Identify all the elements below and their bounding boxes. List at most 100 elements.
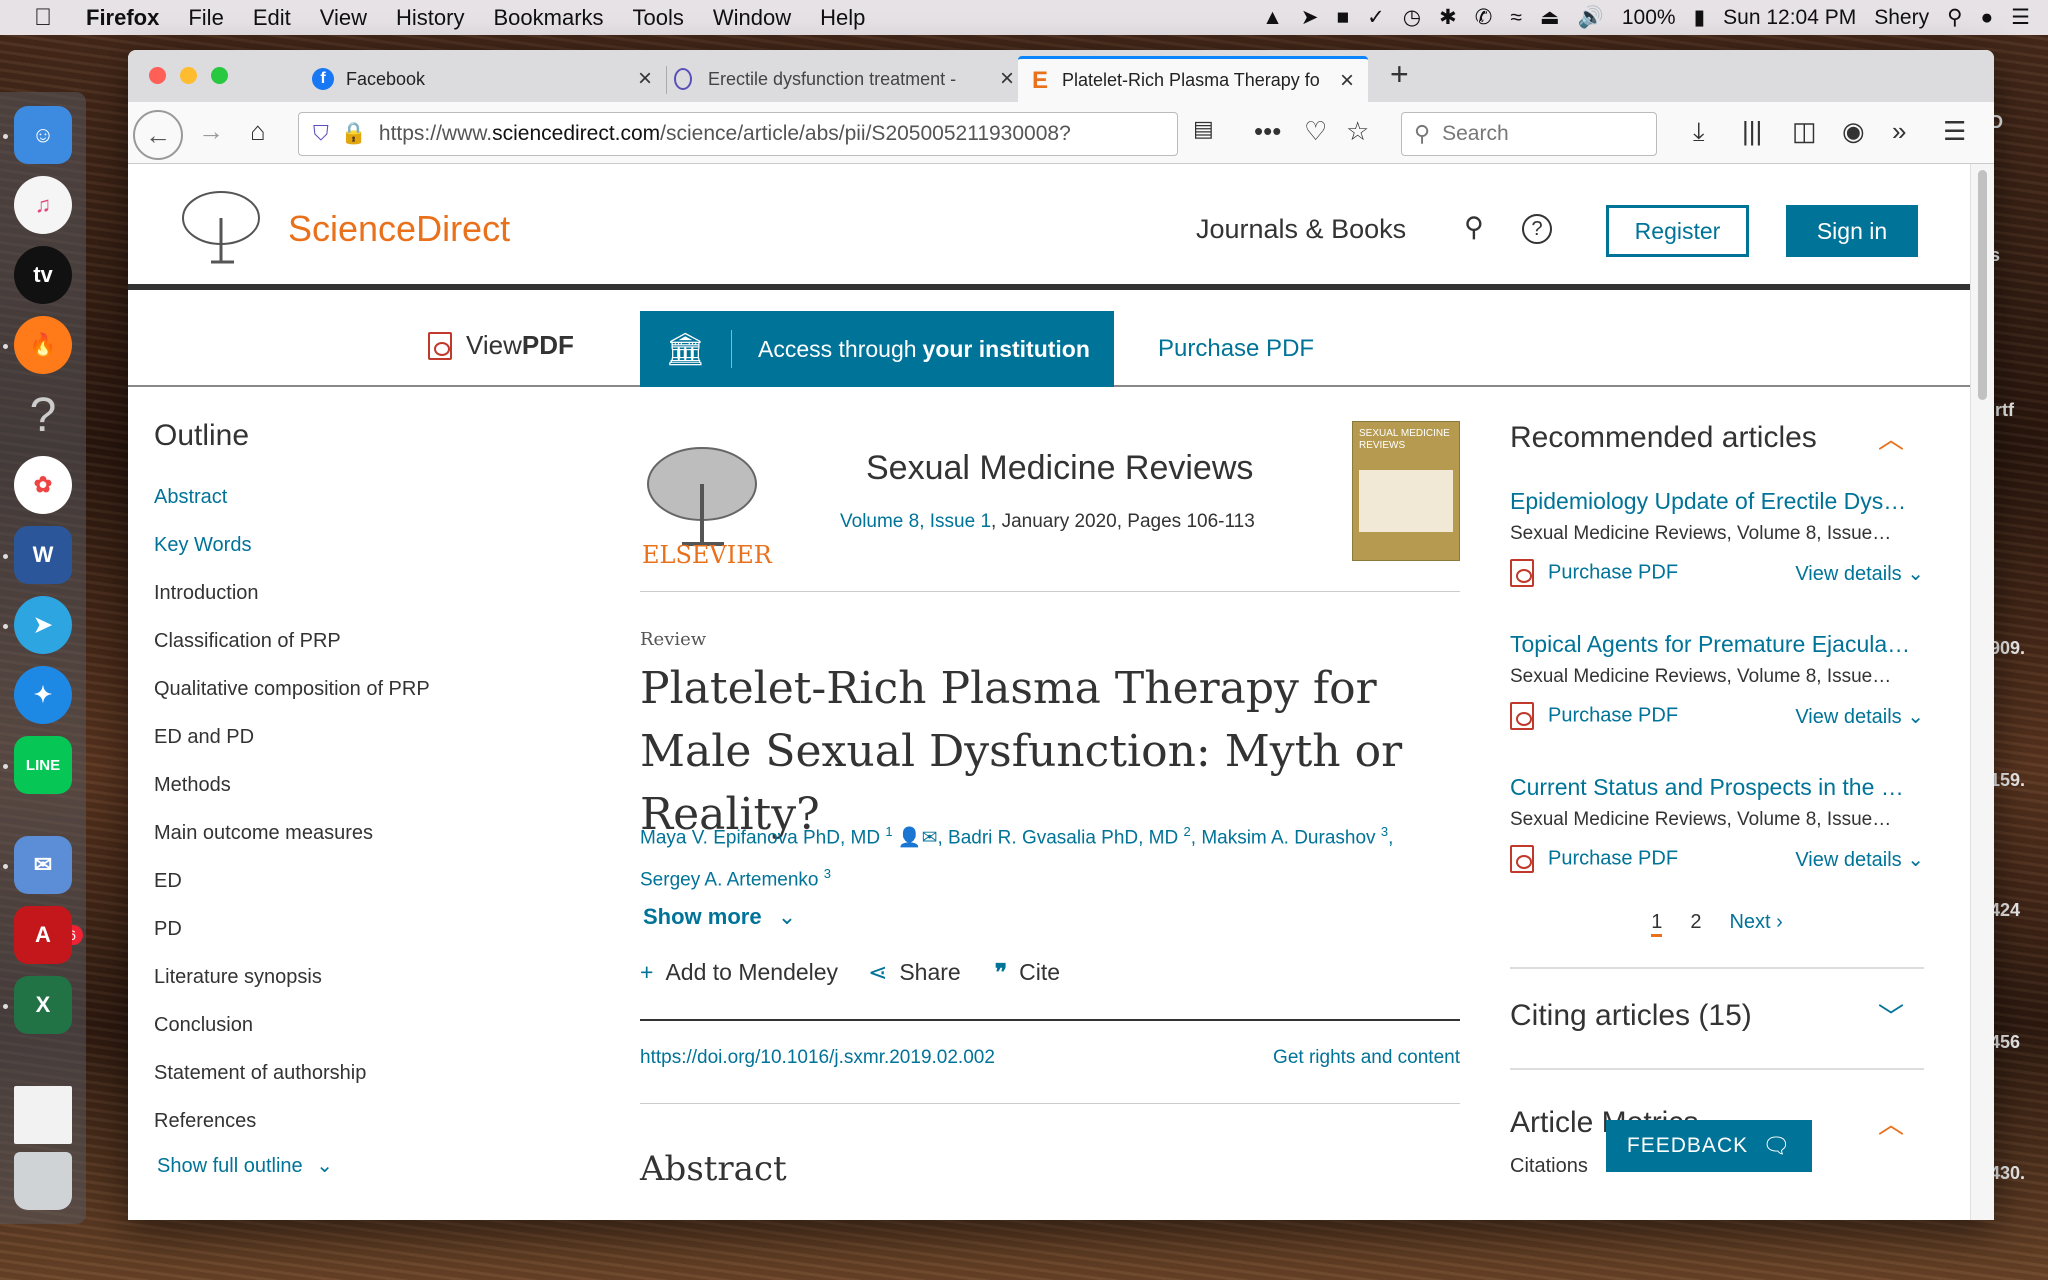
close-tab-icon[interactable]: × — [1000, 65, 1014, 93]
finder-icon[interactable]: ☺ — [14, 106, 72, 164]
add-mendeley-button[interactable]: Add to Mendeley — [665, 959, 838, 986]
email-icon[interactable]: ✉ — [922, 827, 938, 848]
outline-item[interactable]: Literature synopsis — [154, 953, 534, 1001]
outline-item[interactable]: Abstract — [154, 473, 534, 521]
close-window-button[interactable] — [149, 67, 166, 84]
url-bar[interactable]: ⛉ 🔒 https://www.sciencedirect.com/scienc… — [298, 112, 1178, 156]
view-details-button[interactable]: View details ⌄ — [1795, 704, 1924, 729]
tracking-shield-icon[interactable]: ⛉ — [313, 122, 329, 146]
doi-link[interactable]: https://doi.org/10.1016/j.sxmr.2019.02.0… — [640, 1047, 995, 1069]
help-icon[interactable]: ? — [1522, 214, 1552, 244]
outline-item[interactable]: Main outcome measures — [154, 809, 534, 857]
purchase-pdf-link[interactable]: Purchase PDF — [1510, 702, 1678, 730]
downloads-icon[interactable]: ⤓ — [1693, 116, 1705, 148]
apple-tv-icon[interactable]: tv — [14, 246, 72, 304]
clock[interactable]: Sun 12:04 PM — [1723, 6, 1856, 30]
outline-item[interactable]: Classification of PRP — [154, 617, 534, 665]
line-icon[interactable]: LINE — [14, 736, 72, 794]
citing-section[interactable]: Citing articles (15) ﹀ — [1510, 997, 1924, 1070]
view-details-button[interactable]: View details ⌄ — [1795, 847, 1924, 872]
outline-item[interactable]: Qualitative composition of PRP — [154, 665, 534, 713]
outline-item[interactable]: Introduction — [154, 569, 534, 617]
outline-item[interactable]: Methods — [154, 761, 534, 809]
outline-item[interactable]: Statement of authorship — [154, 1049, 534, 1097]
library-icon[interactable]: ||| — [1742, 116, 1762, 147]
outline-item[interactable]: PD — [154, 905, 534, 953]
bluetooth-icon[interactable]: ✱ — [1439, 5, 1457, 30]
page-1-link[interactable]: 1 — [1651, 911, 1663, 937]
minimize-window-button[interactable] — [180, 67, 197, 84]
hamburger-menu-icon[interactable]: ☰ — [1943, 116, 1966, 147]
purchase-pdf-link[interactable]: Purchase PDF — [1510, 559, 1678, 587]
menu-view[interactable]: View — [320, 5, 367, 31]
close-tab-icon[interactable]: × — [1340, 67, 1354, 95]
menu-help[interactable]: Help — [820, 5, 865, 31]
account-icon[interactable]: ◉ — [1842, 116, 1865, 147]
back-button[interactable]: ← — [133, 110, 183, 160]
battery-icon[interactable]: ▮ — [1694, 5, 1706, 30]
show-full-outline-link[interactable]: Show full outline ⌄ — [157, 1153, 534, 1178]
vpn-icon[interactable]: ■ — [1336, 6, 1349, 30]
rights-link[interactable]: Get rights and content — [1273, 1047, 1460, 1069]
safari-icon[interactable]: ✦ — [14, 666, 72, 724]
author-link[interactable]: Sergey A. Artemenko — [640, 870, 819, 891]
new-tab-button[interactable]: + — [1390, 56, 1409, 93]
wifi-icon[interactable]: ≈ — [1510, 6, 1522, 30]
acrobat-icon[interactable]: A — [14, 906, 72, 964]
outline-item[interactable]: Key Words — [154, 521, 534, 569]
malwarebytes-icon[interactable]: ▲ — [1262, 6, 1283, 30]
elsevier-tree-logo-icon[interactable] — [640, 444, 770, 554]
forward-button[interactable]: → — [198, 116, 224, 147]
telegram-icon[interactable]: ➤ — [14, 596, 72, 654]
home-icon[interactable]: ⌂ — [250, 116, 266, 147]
volume-link[interactable]: Volume 8, Issue 1 — [840, 511, 991, 532]
eject-icon[interactable]: ⏏ — [1540, 5, 1560, 30]
phone-icon[interactable]: ✆ — [1475, 5, 1493, 30]
recommended-title[interactable]: Epidemiology Update of Erectile Dys… — [1510, 488, 1920, 515]
apple-icon[interactable]:  — [34, 4, 74, 32]
journal-cover-image[interactable]: SEXUAL MEDICINE REVIEWS — [1352, 421, 1460, 561]
telegram-status-icon[interactable]: ➤ — [1301, 5, 1319, 30]
page-2-link[interactable]: 2 — [1690, 911, 1701, 937]
outline-item[interactable]: Conclusion — [154, 1001, 534, 1049]
person-icon[interactable]: 👤 — [898, 827, 922, 848]
purchase-pdf-link[interactable]: Purchase PDF — [1510, 845, 1678, 873]
spotlight-icon[interactable]: ⚲ — [1947, 5, 1962, 30]
purchase-pdf-link[interactable]: Purchase PDF — [1158, 335, 1314, 363]
notification-center-icon[interactable]: ☰ — [2011, 5, 2030, 30]
firefox-dock-icon[interactable]: 🔥 — [14, 316, 72, 374]
tab-erectile[interactable]: Erectile dysfunction treatment - × — [660, 56, 1028, 102]
word-icon[interactable]: W — [14, 526, 72, 584]
view-pdf-button[interactable]: View PDF — [428, 330, 574, 361]
author-link[interactable]: Badri R. Gvasalia PhD, MD — [948, 827, 1178, 848]
time-machine-icon[interactable]: ◷ — [1403, 5, 1421, 30]
search-icon[interactable]: ⚲ — [1464, 212, 1484, 243]
page-scrollbar[interactable] — [1970, 164, 1994, 1220]
chevron-up-icon[interactable]: ︿ — [1878, 419, 1904, 456]
cite-button[interactable]: Cite — [1019, 959, 1060, 986]
menu-file[interactable]: File — [188, 5, 223, 31]
lock-icon[interactable]: 🔒 — [341, 122, 367, 146]
tab-platelet-active[interactable]: E Platelet-Rich Plasma Therapy fo × — [1018, 56, 1368, 102]
next-page-link[interactable]: Next › — [1729, 911, 1782, 937]
sign-in-button[interactable]: Sign in — [1786, 205, 1918, 257]
author-link[interactable]: Maya V. Epifanova PhD, MD — [640, 827, 880, 848]
menu-bookmarks[interactable]: Bookmarks — [493, 5, 603, 31]
trash-icon[interactable] — [14, 1152, 72, 1210]
reader-view-icon[interactable]: ▤ — [1193, 116, 1214, 142]
volume-icon[interactable]: 🔊 — [1578, 6, 1604, 30]
bookmark-star-icon[interactable]: ☆ — [1346, 116, 1369, 147]
close-tab-icon[interactable]: × — [638, 65, 652, 93]
menu-tools[interactable]: Tools — [633, 5, 684, 31]
author-link[interactable]: Maksim A. Durashov — [1201, 827, 1375, 848]
feedback-button[interactable]: FEEDBACK 🗨 — [1606, 1120, 1812, 1172]
share-button[interactable]: Share — [899, 959, 960, 986]
access-institution-button[interactable]: 🏛 Access through your institution — [640, 311, 1114, 387]
outline-item[interactable]: ED — [154, 857, 534, 905]
menu-window[interactable]: Window — [713, 5, 791, 31]
zoom-window-button[interactable] — [211, 67, 228, 84]
sciencedirect-logo[interactable]: ScienceDirect — [288, 208, 510, 250]
excel-icon[interactable]: X — [14, 976, 72, 1034]
siri-icon[interactable]: ● — [1980, 6, 1993, 30]
search-bar[interactable]: ⚲ Search — [1401, 112, 1657, 156]
